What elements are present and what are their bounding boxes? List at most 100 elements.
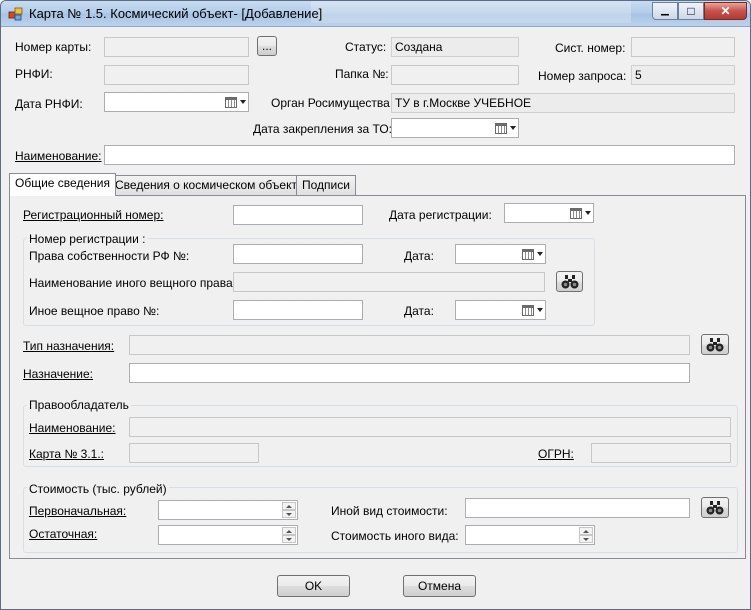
spin-down-button[interactable] [282, 535, 296, 543]
cost-other-type-input[interactable] [465, 498, 690, 518]
reg-date-picker[interactable] [504, 203, 594, 223]
request-number-label: Номер запроса: [538, 69, 627, 83]
name-input[interactable] [104, 145, 735, 165]
authority-label: Орган Росимущества: [271, 96, 394, 110]
tab-signatures[interactable]: Подписи [296, 175, 356, 195]
holder-group-title: Правообладатель [27, 398, 131, 412]
binoculars-icon [706, 500, 724, 514]
ownership-date-label: Дата: [404, 249, 434, 263]
reg-number-label: Регистрационный номер: [23, 208, 164, 222]
cost-other-spin[interactable] [579, 527, 593, 543]
arrow-up-icon [286, 504, 292, 508]
spin-down-button[interactable] [282, 510, 296, 518]
purpose-type-search-button[interactable] [701, 334, 729, 355]
purpose-type-label: Тип назначения: [23, 339, 115, 353]
window-title: Карта № 1.5. Космический объект- [Добавл… [29, 6, 323, 21]
cost-residual-spin[interactable] [282, 527, 296, 543]
name-label: Наименование: [15, 149, 102, 163]
chevron-down-icon [537, 308, 543, 312]
chevron-down-icon [510, 126, 516, 130]
sys-number-field [631, 37, 735, 57]
rnfi-field [104, 65, 249, 85]
background-window-strip [311, 1, 631, 23]
chevron-down-icon [537, 252, 543, 256]
cancel-button[interactable]: Отмена [403, 575, 476, 597]
maximize-icon: □ [687, 4, 695, 18]
minimize-button[interactable]: ▁ [652, 2, 678, 20]
authority-field: ТУ в г.Москве УЧЕБНОЕ [391, 93, 735, 113]
folder-field [391, 65, 519, 85]
holder-card-field [129, 443, 259, 463]
rnfi-date-label: Дата РНФИ: [15, 97, 83, 111]
ownership-date-dropdown[interactable] [521, 247, 543, 261]
rnfi-date-dropdown[interactable] [224, 95, 246, 109]
other-right-label: Иное вещное право №: [29, 304, 160, 318]
other-right-search-button[interactable] [556, 271, 583, 292]
cost-other-type-search-button[interactable] [701, 497, 729, 518]
reg-number-input[interactable] [233, 205, 363, 225]
arrow-up-icon [286, 529, 292, 533]
holder-name-field [129, 417, 731, 437]
spin-up-button[interactable] [282, 527, 296, 535]
card-browse-button[interactable]: ... [257, 36, 277, 56]
tab-general[interactable]: Общие сведения [9, 173, 116, 196]
cost-other-spinner[interactable] [465, 525, 595, 545]
arrow-down-icon [286, 537, 292, 541]
close-button[interactable]: ✕ [704, 2, 747, 20]
cost-group-title: Стоимость (тыс. рублей) [27, 482, 169, 496]
ownership-date-picker[interactable] [455, 244, 546, 264]
calendar-icon [522, 248, 534, 260]
maximize-button[interactable]: □ [678, 2, 704, 20]
ownership-label: Права собственности РФ №: [29, 249, 190, 263]
reg-date-dropdown[interactable] [569, 206, 591, 220]
tab-space-object[interactable]: Сведения о космическом объекте [109, 175, 310, 195]
chevron-down-icon [240, 100, 246, 104]
arrow-down-icon [286, 512, 292, 516]
assign-date-picker[interactable] [391, 118, 519, 138]
minimize-icon: ▁ [661, 5, 669, 16]
spin-up-button[interactable] [579, 527, 593, 535]
holder-ogrn-field [591, 443, 731, 463]
binoculars-icon [561, 274, 578, 288]
other-right-name-label: Наименование иного вещного права: [29, 276, 236, 290]
binoculars-icon [706, 337, 724, 351]
sys-number-label: Сист. номер: [555, 41, 626, 55]
chevron-down-icon [585, 211, 591, 215]
ownership-input[interactable] [233, 244, 363, 264]
calendar-icon [522, 304, 534, 316]
cost-residual-spinner[interactable] [158, 525, 298, 545]
calendar-icon [570, 207, 582, 219]
other-right-date-dropdown[interactable] [521, 303, 543, 317]
arrow-down-icon [583, 537, 589, 541]
cost-initial-spinner[interactable] [158, 500, 298, 520]
ok-button[interactable]: OK [277, 575, 350, 597]
status-field: Создана [391, 37, 519, 57]
other-right-name-field [233, 272, 545, 292]
arrow-up-icon [583, 529, 589, 533]
holder-name-label: Наименование: [29, 421, 116, 435]
other-right-date-label: Дата: [404, 304, 434, 318]
cost-other-label: Стоимость иного вида: [331, 529, 459, 543]
reg-date-label: Дата регистрации: [389, 208, 492, 222]
rnfi-label: РНФИ: [15, 67, 53, 81]
close-icon: ✕ [720, 4, 731, 18]
assign-date-label: Дата закрепления за ТО: [253, 122, 392, 136]
spin-up-button[interactable] [282, 502, 296, 510]
cost-residual-label: Остаточная: [29, 527, 98, 541]
rnfi-date-picker[interactable] [104, 92, 249, 112]
folder-label: Папка №: [335, 67, 389, 81]
assign-date-dropdown[interactable] [494, 121, 516, 135]
title-bar[interactable]: Карта № 1.5. Космический объект- [Добавл… [1, 1, 750, 27]
request-number-field: 5 [631, 65, 735, 85]
holder-ogrn-label: ОГРН: [538, 447, 574, 461]
spin-down-button[interactable] [579, 535, 593, 543]
cost-initial-spin[interactable] [282, 502, 296, 518]
holder-card-label: Карта № 3.1.: [29, 447, 104, 461]
card-number-field[interactable] [104, 37, 249, 57]
purpose-input[interactable] [129, 363, 690, 383]
status-label: Статус: [345, 40, 387, 54]
dialog-window: Карта № 1.5. Космический объект- [Добавл… [0, 0, 751, 610]
other-right-date-picker[interactable] [455, 300, 546, 320]
app-icon [8, 7, 23, 21]
other-right-input[interactable] [233, 300, 363, 320]
